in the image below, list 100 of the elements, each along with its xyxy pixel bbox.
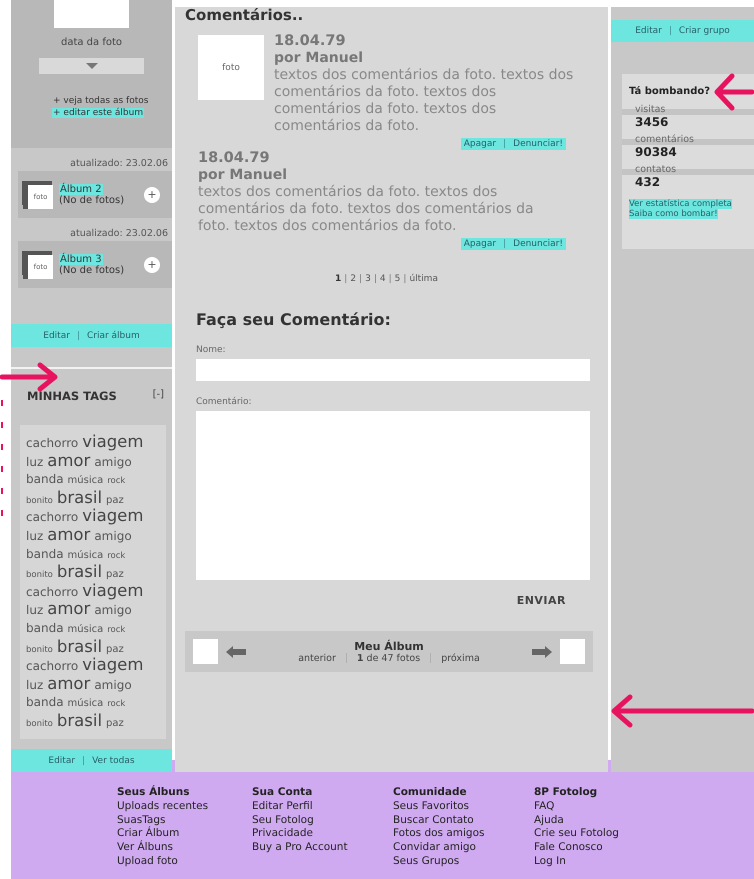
tag-link[interactable]: banda (26, 693, 64, 712)
next-link[interactable]: próxima (441, 652, 480, 664)
footer-link[interactable]: Ver Álbuns (117, 841, 252, 855)
action-link[interactable]: Criar grupo (678, 26, 730, 36)
action-link[interactable]: Ver todas (92, 756, 135, 766)
tag-link[interactable]: rock (107, 546, 126, 565)
page-link[interactable]: última (409, 274, 438, 284)
footer-link[interactable]: SuasTags (117, 814, 252, 828)
album-name[interactable]: Álbum 2 (59, 184, 103, 194)
action-link[interactable]: Denunciar! (513, 139, 563, 149)
tag-link[interactable]: amigo (94, 601, 132, 620)
action-link[interactable]: Denunciar! (513, 239, 563, 249)
tag-link[interactable]: música (68, 546, 104, 565)
tag-link[interactable]: brasil (56, 488, 102, 507)
tag-link[interactable]: luz (26, 452, 44, 471)
action-link[interactable]: Apagar (464, 239, 496, 249)
footer-link[interactable]: Buscar Contato (393, 814, 534, 828)
footer-link[interactable]: Fotos dos amigos (393, 827, 534, 842)
collapse-toggle[interactable]: [-] (152, 389, 164, 415)
previous-link[interactable]: anterior (298, 652, 336, 664)
tag-link[interactable]: luz (26, 526, 44, 545)
tag-link[interactable]: paz (106, 566, 124, 584)
action-link[interactable]: Editar (635, 26, 662, 36)
tag-link[interactable]: bonito (26, 566, 53, 584)
tag-link[interactable]: viagem (82, 656, 144, 674)
tag-link[interactable]: brasil (56, 563, 102, 582)
tag-link[interactable]: rock (107, 472, 126, 490)
page-link[interactable]: 2 (350, 274, 356, 284)
tags-title: MINHAS TAGS (27, 389, 117, 405)
tag-link[interactable]: cachorro (26, 434, 78, 452)
tag-link[interactable]: amor (47, 452, 90, 470)
footer-link[interactable]: Buy a Pro Account (252, 841, 393, 855)
footer-link[interactable]: Uploads recentes (117, 800, 252, 814)
page-link[interactable]: 4 (380, 274, 386, 284)
footer-link[interactable]: Seu Fotolog (252, 814, 393, 828)
footer-link[interactable]: Privacidade (252, 827, 393, 842)
album-link[interactable]: + editar este álbum (52, 108, 144, 118)
album-name[interactable]: Álbum 3 (59, 254, 103, 264)
footer-link[interactable]: Ajuda (534, 814, 619, 828)
stats-link[interactable]: Saiba como bombar! (629, 209, 718, 219)
tag-link[interactable]: amigo (94, 526, 132, 545)
left-arrow-icon[interactable] (226, 646, 246, 658)
footer-link[interactable]: Convidar amigo (393, 841, 534, 855)
footer-link[interactable]: Editar Perfil (252, 800, 393, 814)
stats-link[interactable]: Ver estatística completa (629, 199, 732, 209)
tag-link[interactable]: cachorro (26, 508, 78, 526)
tag-link[interactable]: paz (106, 640, 124, 659)
thumbnail-placeholder[interactable] (193, 639, 218, 664)
tag-link[interactable]: amor (47, 526, 90, 544)
album-link[interactable]: + veja todas as fotos (52, 96, 150, 106)
action-link[interactable]: Editar (48, 756, 76, 766)
tag-link[interactable]: bonito (26, 492, 53, 510)
action-link[interactable]: Apagar (464, 139, 496, 149)
tag-link[interactable]: cachorro (26, 657, 78, 676)
add-button[interactable]: + (144, 256, 160, 272)
footer-link[interactable]: Seus Favoritos (393, 800, 534, 814)
tag-link[interactable]: brasil (56, 712, 102, 730)
tag-link[interactable]: banda (26, 544, 64, 563)
tag-link[interactable]: paz (106, 492, 124, 510)
tag-link[interactable]: luz (26, 676, 44, 694)
tag-link[interactable]: paz (106, 714, 124, 733)
footer-link[interactable]: Upload foto (117, 854, 252, 869)
submit-button[interactable]: ENVIAR (512, 592, 570, 609)
add-button[interactable]: + (144, 186, 160, 202)
footer-link[interactable]: Crie seu Fotolog (534, 827, 619, 842)
footer-link[interactable]: Criar Álbum (117, 827, 252, 842)
footer-link[interactable]: Log In (534, 854, 619, 869)
right-arrow-icon[interactable] (532, 646, 552, 658)
tag-link[interactable]: banda (26, 470, 64, 488)
thumbnail-placeholder[interactable] (560, 639, 585, 664)
action-link[interactable]: Editar (43, 330, 70, 340)
tag-link[interactable]: brasil (56, 638, 102, 656)
tag-link[interactable]: cachorro (26, 582, 78, 601)
tag-link[interactable]: amigo (94, 452, 132, 471)
tag-link[interactable]: amigo (94, 676, 132, 694)
dropdown[interactable] (39, 58, 144, 74)
photo-date: data da foto (60, 37, 122, 48)
tag-link[interactable]: viagem (82, 582, 144, 600)
footer-link[interactable]: Fale Conosco (534, 841, 619, 855)
name-field[interactable] (196, 359, 590, 381)
tag-link[interactable]: música (68, 695, 104, 714)
page-link[interactable]: 1 (335, 274, 342, 284)
tag-link[interactable]: luz (26, 601, 44, 620)
tag-link[interactable]: amor (47, 600, 90, 618)
footer-link[interactable]: FAQ (534, 800, 619, 814)
page-link[interactable]: 5 (394, 274, 400, 284)
tag-link[interactable]: bonito (26, 640, 53, 659)
comment-field[interactable] (196, 411, 590, 580)
tag-link[interactable]: viagem (82, 507, 144, 526)
tag-link[interactable]: banda (26, 618, 64, 637)
page-link[interactable]: 3 (365, 274, 371, 284)
footer-link[interactable]: Seus Grupos (393, 854, 534, 869)
tag-link[interactable]: amor (47, 674, 90, 693)
action-link[interactable]: Criar álbum (86, 330, 140, 340)
tag-link[interactable]: música (68, 620, 104, 639)
tag-link[interactable]: música (68, 472, 104, 490)
tag-link[interactable]: bonito (26, 714, 53, 733)
tag-link[interactable]: rock (107, 620, 126, 639)
tag-link[interactable]: viagem (82, 433, 144, 451)
tag-link[interactable]: rock (107, 695, 126, 714)
